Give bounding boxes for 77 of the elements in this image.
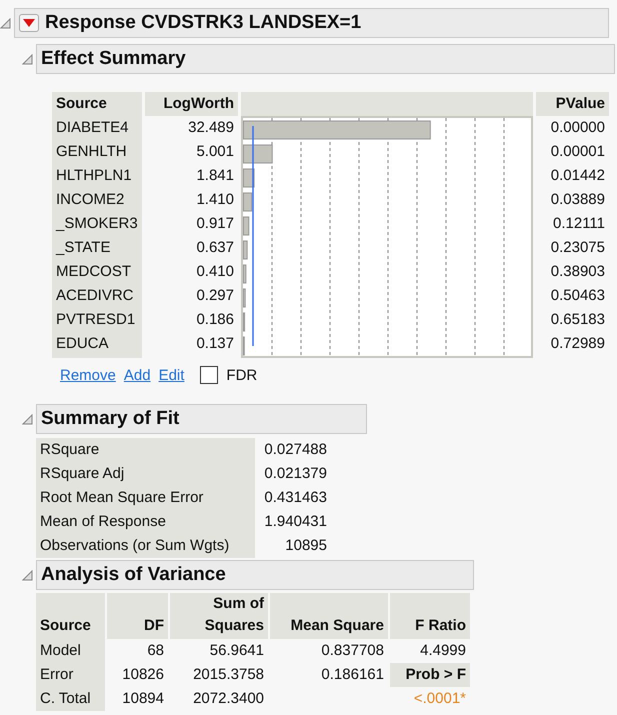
- table-cell-text: _STATE: [54, 238, 112, 258]
- table-cell-text: 0.297: [195, 286, 235, 306]
- column-header: F Ratio: [390, 593, 470, 639]
- menu-button[interactable]: [19, 14, 39, 32]
- disclosure-icon[interactable]: [22, 570, 33, 580]
- table-cell-text: Observations (or Sum Wgts): [39, 536, 230, 556]
- table-cell-text: 0.410: [195, 262, 235, 282]
- table-cell-text: 1.410: [195, 190, 235, 210]
- table-cell-text: 0.65183: [550, 310, 606, 330]
- table-cell-text: 10894: [121, 689, 165, 709]
- section-header: Summary of Fit: [36, 404, 367, 434]
- table-cell-text: 0.917: [195, 214, 235, 234]
- section-header: Effect Summary: [36, 44, 615, 74]
- table-cell-text: DIABETE4: [55, 118, 130, 138]
- table-cell-text: Mean of Response: [39, 512, 167, 532]
- table-cell-text: 0.50463: [550, 286, 606, 306]
- table-cell-text: 0.72989: [550, 334, 606, 354]
- section-header: Analysis of Variance: [36, 560, 474, 590]
- table-cell-text: 1.841: [195, 166, 235, 186]
- table-cell-text: ACEDIVRC: [55, 286, 135, 306]
- table-cell-text: RSquare Adj: [39, 464, 126, 484]
- table-cell-text: 1.940431: [263, 512, 328, 532]
- table-cell-text: 0.38903: [550, 262, 606, 282]
- table-cell-text: 0.00001: [550, 142, 606, 162]
- column-header: LogWorth: [145, 92, 238, 116]
- table-cell-text: 0.186: [195, 310, 235, 330]
- table-cell-text: 0.03889: [550, 190, 606, 210]
- table-cell-text: GENHLTH: [55, 142, 128, 162]
- table-cell: Prob > F: [390, 663, 470, 687]
- column-header: Mean Square: [270, 593, 388, 639]
- table-cell-text: 0.01442: [550, 166, 606, 186]
- disclosure-icon[interactable]: [0, 18, 11, 28]
- action-link[interactable]: Add: [124, 366, 151, 384]
- checkbox[interactable]: [200, 366, 218, 384]
- table-cell-text: 10826: [121, 665, 165, 685]
- table-cell-text: 5.001: [195, 142, 235, 162]
- table-cell-text: 2072.3400: [192, 689, 265, 709]
- table-cell-text: 32.489: [187, 118, 235, 138]
- report-title: Response CVDSTRK3 LANDSEX=1: [45, 12, 362, 34]
- action-link[interactable]: Edit: [158, 366, 184, 384]
- table-cell-text: 0.837708: [320, 641, 385, 661]
- checkbox-label: FDR: [226, 366, 258, 384]
- table-cell-text: EDUCA: [55, 334, 110, 354]
- column-header: Source: [36, 593, 105, 639]
- table-cell-text: RSquare: [39, 440, 100, 460]
- column-header: DF: [107, 593, 168, 639]
- table-cell-text: 0.637: [195, 238, 235, 258]
- table-cell-text: <.0001*: [412, 689, 467, 709]
- action-link[interactable]: Remove: [60, 366, 116, 384]
- table-cell-text: 2015.3758: [192, 665, 265, 685]
- table-cell-text: 0.137: [195, 334, 235, 354]
- table-cell-text: _SMOKER3: [54, 214, 139, 234]
- column-header: Source: [52, 92, 142, 116]
- table-cell-text: 0.431463: [263, 488, 328, 508]
- table-cell-text: 0.186161: [320, 665, 385, 685]
- disclosure-icon[interactable]: [22, 54, 33, 64]
- table-cell-text: Root Mean Square Error: [39, 488, 204, 508]
- table-cell-text: INCOME2: [55, 190, 126, 210]
- table-cell-text: 68: [146, 641, 165, 661]
- table-cell-text: 0.027488: [263, 440, 328, 460]
- column-header: PValue: [536, 92, 609, 116]
- table-cell-text: 0.021379: [263, 464, 328, 484]
- table-cell-text: PVTRESD1: [55, 310, 136, 330]
- table-cell-text: 0.23075: [550, 238, 606, 258]
- disclosure-icon[interactable]: [22, 414, 33, 424]
- column-header: Sum of Squares: [170, 593, 268, 639]
- table-cell-text: 0.12111: [552, 214, 606, 234]
- table-cell-text: 4.4999: [419, 641, 467, 661]
- table-cell-text: Model: [39, 641, 82, 661]
- table-cell-text: C. Total: [39, 689, 92, 709]
- table-cell-text: 0.00000: [550, 118, 606, 138]
- table-cell-text: HLTHPLN1: [55, 166, 133, 186]
- caret-icon: [23, 19, 35, 27]
- table-cell-text: MEDCOST: [55, 262, 132, 282]
- table-cell-text: Error: [39, 665, 74, 685]
- table-cell-text: 56.9641: [208, 641, 265, 661]
- table-cell-text: 10895: [284, 536, 328, 556]
